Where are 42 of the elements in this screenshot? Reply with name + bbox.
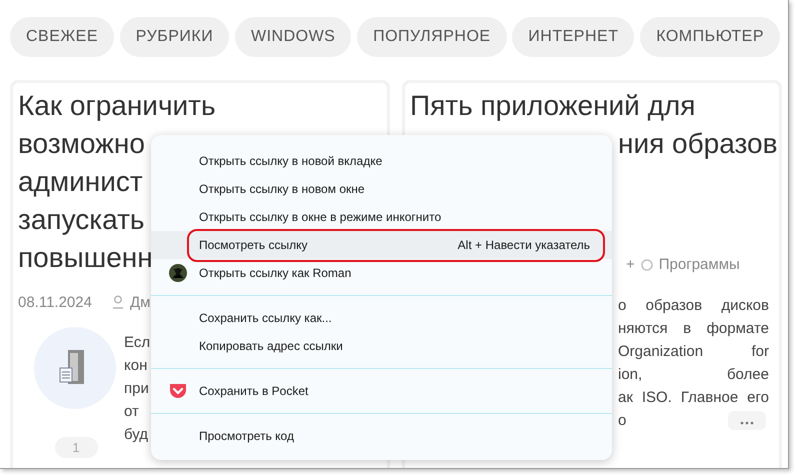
excerpt-line: при	[124, 379, 149, 399]
article-title[interactable]: Пять приложений для	[410, 87, 779, 125]
nav-link[interactable]: WINDOWS	[234, 17, 352, 57]
more-button[interactable]	[728, 411, 766, 430]
excerpt-line: няются в формате	[618, 319, 769, 339]
avatar-icon	[168, 263, 188, 283]
comment-count: 1	[54, 437, 98, 458]
menu-item[interactable]: Посмотреть ссылку Alt + Навести указатель	[151, 231, 612, 259]
menu-item[interactable]: Открыть ссылку в новом окне	[151, 175, 612, 203]
nav-link[interactable]: СВЕЖЕЕ	[10, 17, 114, 57]
author-name[interactable]: Дм	[130, 294, 150, 310]
nav-link[interactable]: ПОПУЛЯРНОЕ	[357, 17, 507, 57]
menu-item[interactable]: Сохранить в Pocket	[151, 377, 612, 405]
article-title[interactable]: Как ограничить	[18, 87, 387, 125]
menu-item[interactable]: Открыть ссылку в окне в режиме инкогнито	[151, 203, 612, 231]
article-date: 08.11.2024	[18, 294, 92, 310]
server-icon	[33, 326, 117, 410]
user-icon	[112, 295, 124, 309]
pocket-icon	[168, 381, 188, 401]
excerpt-line: о образов дисков	[618, 296, 769, 316]
dots-icon	[740, 420, 754, 424]
excerpt-line: о	[618, 411, 626, 431]
circle-icon	[640, 258, 653, 270]
shortcut-hint: Alt + Навести указатель	[458, 238, 590, 252]
nav-link[interactable]: РУБРИКИ	[120, 17, 230, 57]
menu-item[interactable]: Копировать адрес ссылки	[151, 332, 612, 360]
excerpt-line: ion, более	[618, 365, 769, 385]
menu-item[interactable]: Открыть ссылку в новой вкладке	[151, 147, 612, 175]
nav-link[interactable]: ИНТЕРНЕТ	[512, 17, 634, 57]
category-link[interactable]: Программы	[658, 256, 740, 272]
excerpt-line: от	[124, 402, 139, 422]
excerpt-line: буд	[124, 425, 148, 445]
excerpt-line: кон	[124, 356, 148, 376]
menu-item[interactable]: Сохранить ссылку как...	[151, 304, 612, 332]
excerpt-line: Есл	[124, 333, 150, 353]
excerpt-line: ак ISO. Главное его	[618, 388, 769, 408]
menu-item[interactable]: Открыть ссылку как Roman	[151, 259, 612, 287]
nav-link[interactable]: КОМПЬЮТЕР	[640, 17, 780, 57]
excerpt-line: Organization for	[618, 342, 769, 362]
menu-item[interactable]: Просмотреть код	[151, 422, 612, 450]
plus-sign: +	[626, 256, 635, 272]
article-title[interactable]: ния образов	[618, 125, 779, 163]
